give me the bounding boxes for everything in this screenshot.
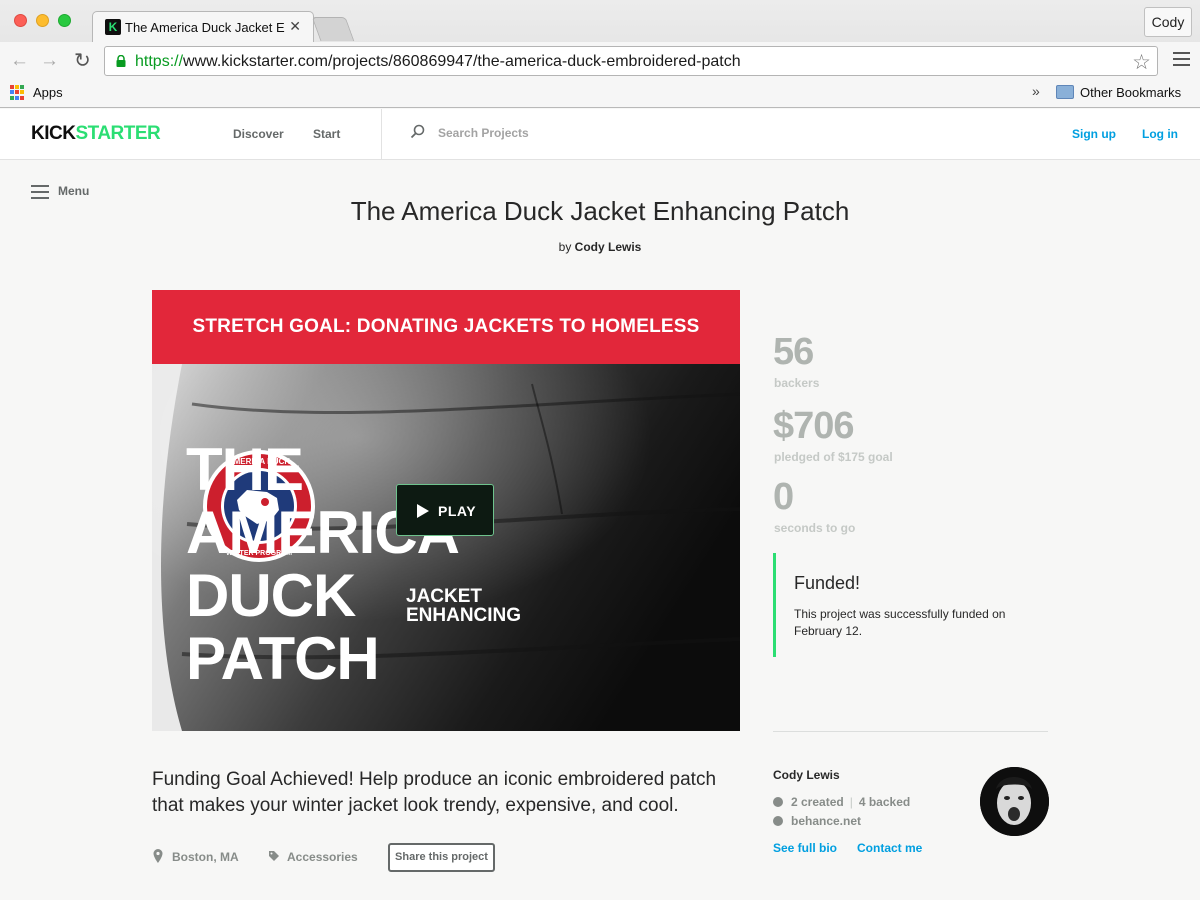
search-input[interactable] — [430, 121, 730, 145]
close-window-button[interactable] — [14, 14, 27, 27]
tag-icon — [269, 851, 279, 861]
stats-separator: | — [849, 795, 853, 809]
apps-bookmark[interactable]: Apps — [33, 85, 63, 100]
share-project-button[interactable]: Share this project — [388, 843, 495, 872]
browser-toolbar: ← → ↻ https://www.kickstarter.com/projec… — [0, 42, 1200, 80]
time-remaining-label: seconds to go — [774, 521, 856, 535]
browser-tab-active[interactable]: K The America Duck Jacket Enhancing Patc… — [92, 11, 314, 42]
header-divider — [381, 109, 382, 159]
project-blurb: Funding Goal Achieved! Help produce an i… — [152, 769, 717, 816]
log-in-link[interactable]: Log in — [1142, 127, 1178, 141]
apps-grid-icon[interactable] — [10, 85, 25, 100]
kickstarter-favicon-icon: K — [105, 19, 121, 35]
contact-me-link[interactable]: Contact me — [857, 841, 922, 855]
creator-website-link[interactable]: behance.net — [791, 814, 861, 828]
reload-icon[interactable]: ↻ — [74, 48, 91, 73]
address-bar[interactable]: https://www.kickstarter.com/projects/860… — [104, 46, 1158, 76]
nav-discover[interactable]: Discover — [233, 127, 284, 141]
search-icon — [410, 124, 425, 139]
creator-name-link[interactable]: Cody Lewis — [773, 768, 840, 782]
url-text: https://www.kickstarter.com/projects/860… — [135, 53, 741, 71]
tab-title: The America Duck Jacket Enhancing Patch — [125, 20, 285, 35]
patch-subtitle: JACKET ENHANCING — [406, 587, 586, 625]
project-byline: by Cody Lewis — [0, 240, 1200, 254]
globe-icon — [773, 816, 783, 826]
play-label: PLAY — [438, 503, 477, 519]
other-bookmarks[interactable]: Other Bookmarks — [1080, 85, 1181, 100]
browser-chrome: K The America Duck Jacket Enhancing Patc… — [0, 0, 1200, 108]
kickstarter-icon — [773, 797, 783, 807]
project-title: The America Duck Jacket Enhancing Patch — [350, 196, 850, 226]
back-arrow-icon[interactable]: ← — [10, 50, 29, 72]
creator-avatar[interactable] — [980, 767, 1049, 836]
kickstarter-logo[interactable]: KICKSTARTER — [31, 123, 161, 145]
tab-close-icon[interactable]: ✕ — [289, 18, 301, 35]
divider — [773, 731, 1048, 732]
creator-stats: 2 created | 4 backed — [791, 795, 910, 809]
logo-kick: KICK — [31, 123, 76, 144]
nav-start[interactable]: Start — [313, 127, 340, 141]
time-remaining: 0 — [773, 476, 794, 518]
project-category-link[interactable]: Accessories — [287, 850, 358, 864]
bookmarks-bar: Apps » Other Bookmarks — [0, 80, 1200, 107]
patch-subtitle-line-1: JACKET — [406, 586, 483, 607]
forward-arrow-icon[interactable]: → — [40, 50, 59, 72]
minimize-window-button[interactable] — [36, 14, 49, 27]
patch-title-line-1: THE — [186, 436, 304, 503]
pledged-amount: $706 — [773, 405, 855, 447]
play-button[interactable]: PLAY — [396, 484, 494, 536]
patch-title-line-4: PATCH — [186, 625, 380, 692]
created-count[interactable]: 2 created — [791, 795, 844, 809]
lock-icon — [116, 55, 126, 67]
patch-subtitle-line-2: ENHANCING — [406, 605, 522, 626]
site-header: KICKSTARTER Discover Start Sign up Log i… — [0, 109, 1200, 160]
logo-starter: STARTER — [75, 123, 161, 144]
new-tab-button[interactable] — [311, 17, 355, 41]
browser-menu-icon[interactable] — [1173, 52, 1190, 70]
url-scheme: https:// — [135, 53, 184, 70]
profile-button[interactable]: Cody — [1144, 7, 1192, 37]
pledged-label: pledged of $175 goal — [774, 450, 893, 464]
url-path: www.kickstarter.com/projects/860869947/t… — [183, 53, 741, 70]
patch-title-line-2: AMERICA — [186, 499, 460, 566]
backers-label: backers — [774, 376, 820, 390]
video-banner: STRETCH GOAL: DONATING JACKETS TO HOMELE… — [152, 290, 740, 364]
project-location-link[interactable]: Boston, MA — [172, 850, 239, 864]
bookmark-star-icon[interactable]: ☆ — [1132, 50, 1151, 75]
play-icon — [417, 504, 429, 518]
byline-creator-link[interactable]: Cody Lewis — [575, 240, 642, 254]
byline-prefix: by — [558, 240, 572, 254]
folder-icon — [1056, 85, 1074, 99]
see-full-bio-link[interactable]: See full bio — [773, 841, 837, 855]
zoom-window-button[interactable] — [58, 14, 71, 27]
location-pin-icon — [153, 849, 163, 863]
funded-text: This project was successfully funded on … — [794, 607, 1006, 638]
funded-title: Funded! — [794, 573, 861, 593]
bookmarks-overflow-icon[interactable]: » — [1032, 83, 1040, 99]
backers-count: 56 — [773, 331, 814, 373]
sign-up-link[interactable]: Sign up — [1072, 127, 1116, 141]
backed-count[interactable]: 4 backed — [859, 795, 910, 809]
funded-notice: Funded! This project was successfully fu… — [773, 553, 1033, 657]
